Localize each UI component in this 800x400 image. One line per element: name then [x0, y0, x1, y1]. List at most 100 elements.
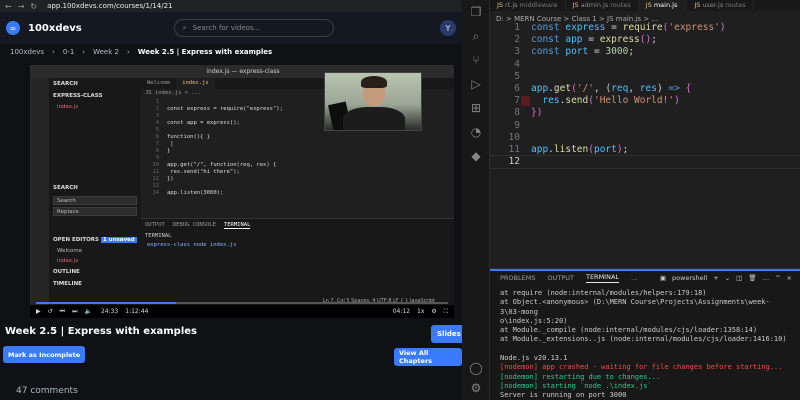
split-terminal-icon[interactable]: ◫ — [736, 274, 742, 282]
code-line: 1 const express = require('express') — [514, 22, 726, 33]
video-panel-tab: OUTPUT — [145, 222, 165, 228]
search-icon[interactable]: ⌕ — [468, 28, 484, 44]
search-placeholder: Search for videos... — [192, 24, 261, 32]
breadcrumb-item[interactable]: 0-1 — [63, 48, 74, 56]
terminal-line: Server is running on port 3000 — [500, 391, 627, 400]
run-debug-icon[interactable]: ▷ — [468, 76, 484, 92]
breadcrumb-current: Week 2.5 | Express with examples — [137, 48, 273, 56]
skip-back-icon[interactable]: ⏮ — [60, 308, 65, 316]
tab-rt-js[interactable]: JS rt.js middleware — [490, 0, 566, 11]
history-icon[interactable]: ◔ — [468, 124, 484, 140]
source-control-icon[interactable]: ⑂ — [468, 52, 484, 68]
more-icon[interactable]: … — [631, 274, 638, 282]
terminal-output[interactable]: at require (node:internal/modules/helper… — [490, 285, 800, 400]
time-current: 24:33 — [100, 308, 119, 315]
explorer-icon[interactable]: ❐ — [468, 4, 484, 20]
trash-icon[interactable]: 🗑 — [748, 274, 756, 282]
gear-icon[interactable]: ⚙ — [468, 380, 484, 396]
tab-admin-js[interactable]: JS admin.js routes — [566, 0, 639, 11]
tab-output[interactable]: OUTPUT — [547, 274, 574, 282]
rewind-icon[interactable]: ↺ — [48, 308, 53, 315]
video-progress-bar[interactable] — [36, 302, 448, 304]
python-icon[interactable]: ◆ — [468, 148, 484, 164]
video-tab-welcome: Welcome — [147, 80, 171, 86]
video-code-line: 10 app.get("/", function(req, res) { — [145, 162, 454, 169]
tab-label: main.js — [653, 1, 678, 9]
mark-incomplete-button[interactable]: Mark as Incomplete — [3, 346, 86, 363]
video-code-line: 13 — [145, 183, 454, 190]
code-line: 6 app.get('/', (req, res) => { — [514, 82, 692, 94]
video-line-number: 8 — [155, 148, 159, 154]
search-input[interactable]: ⌕ Search for videos... — [173, 19, 334, 37]
js-file-icon: JS — [694, 1, 701, 9]
video-line-number: 10 — [152, 162, 159, 168]
terminal-panel: PROBLEMS OUTPUT TERMINAL … ▣ powershell … — [490, 268, 800, 400]
video-open-welcome: Welcome — [57, 248, 83, 254]
video-line-text: } — [167, 148, 171, 154]
video-terminal-label: TERMINAL — [145, 233, 172, 239]
video-line-number: 14 — [152, 190, 159, 196]
terminal-actions: ▣ powershell + ⌄ ◫ 🗑 … ^ × — [660, 274, 792, 282]
video-line-number: 4 — [155, 120, 159, 126]
code-line: 10 — [508, 131, 520, 143]
speed-button[interactable]: 1x — [417, 308, 424, 315]
avatar[interactable]: Y — [440, 20, 456, 36]
code-line: 4 — [514, 58, 520, 70]
tab-main-js[interactable]: JS main.js — [638, 0, 688, 11]
tab-user-js[interactable]: JS user.js routes — [687, 0, 754, 11]
address-bar[interactable]: app.100xdevs.com/courses/1/14/21 — [47, 2, 462, 11]
skip-forward-icon[interactable]: ⏭ — [72, 308, 77, 316]
js-file-icon: JS — [572, 1, 579, 9]
code-editor[interactable]: 1 const express = require('express') 2 con… — [489, 22, 800, 262]
volume-icon[interactable]: 🔈 — [84, 308, 91, 315]
view-chapters-button[interactable]: View All Chapters — [394, 348, 462, 366]
chevron-down-icon[interactable]: ⌄ — [725, 274, 730, 282]
close-icon[interactable]: × — [787, 274, 792, 282]
maximize-icon[interactable]: ^ — [775, 274, 780, 282]
tab-label: user.js — [702, 1, 724, 9]
video-player[interactable]: index.js — express-class SEARCH EXPRESS-… — [30, 65, 454, 318]
code-line: 9 — [514, 119, 520, 131]
video-code-line: 8} — [145, 148, 454, 155]
extensions-icon[interactable]: ⊞ — [468, 100, 484, 116]
breadcrumb-separator: › — [126, 48, 130, 56]
video-open-editors-label: OPEN EDITORS — [53, 237, 99, 243]
reload-icon[interactable]: ↻ — [30, 2, 37, 11]
code-line: 3 const port = 3000; — [514, 46, 635, 58]
video-line-text: app.get("/", function(req, res) { — [167, 162, 277, 168]
code-line: 11 app.listen(port); — [508, 143, 629, 155]
play-icon[interactable]: ▶ — [36, 308, 41, 315]
video-timeline: TIMELINE — [53, 281, 82, 287]
time-total: 1:12:44 — [125, 308, 149, 315]
video-search-heading: SEARCH — [53, 185, 78, 191]
breadcrumb-separator: › — [52, 48, 55, 56]
shell-name[interactable]: powershell — [672, 274, 707, 282]
breadcrumb-item[interactable]: 100xdevs — [10, 48, 44, 56]
breadcrumb-item[interactable]: Week 2 — [93, 48, 119, 56]
tab-label: admin.js — [580, 1, 609, 9]
logo-text[interactable]: 100xdevs — [28, 23, 82, 34]
logo-icon[interactable]: ∞ — [6, 21, 20, 35]
activity-bar: ❐ ⌕ ⑂ ▷ ⊞ ◔ ◆ ◯ ⚙ — [462, 0, 490, 400]
video-panel-tabs: OUTPUT DEBUG CONSOLE TERMINAL — [141, 219, 454, 232]
account-icon[interactable]: ◯ — [468, 360, 484, 376]
new-terminal-icon[interactable]: + — [713, 274, 718, 282]
video-line-text: }) — [167, 176, 174, 182]
back-icon[interactable]: ← — [5, 2, 12, 11]
tab-terminal[interactable]: TERMINAL — [585, 273, 620, 283]
panel-tabs: PROBLEMS OUTPUT TERMINAL … ▣ powershell … — [490, 269, 800, 285]
video-panel-tab: TERMINAL — [223, 222, 251, 229]
video-line-number: 7 — [155, 141, 159, 147]
more-actions-icon[interactable]: … — [763, 274, 770, 282]
tab-problems[interactable]: PROBLEMS — [500, 274, 535, 282]
video-code-line: 11 res.send("hi there"); — [145, 169, 454, 176]
slides-button[interactable]: Slides — [431, 325, 462, 343]
forward-icon[interactable]: → — [18, 2, 25, 11]
video-code-line: 6 function(){ } — [145, 134, 454, 141]
terminal-line: [nodemon] starting `node .\index.js` — [500, 381, 652, 390]
settings-icon[interactable]: ⚙ — [431, 308, 436, 315]
fullscreen-icon[interactable]: ⛶ — [444, 308, 448, 316]
video-explorer-heading: EXPRESS-CLASS — [53, 93, 103, 99]
terminal-line: [nodemon] app crashed - waiting for file… — [500, 363, 783, 372]
video-sidebar: SEARCH EXPRESS-CLASS index.js SEARCH Sea… — [49, 78, 141, 306]
